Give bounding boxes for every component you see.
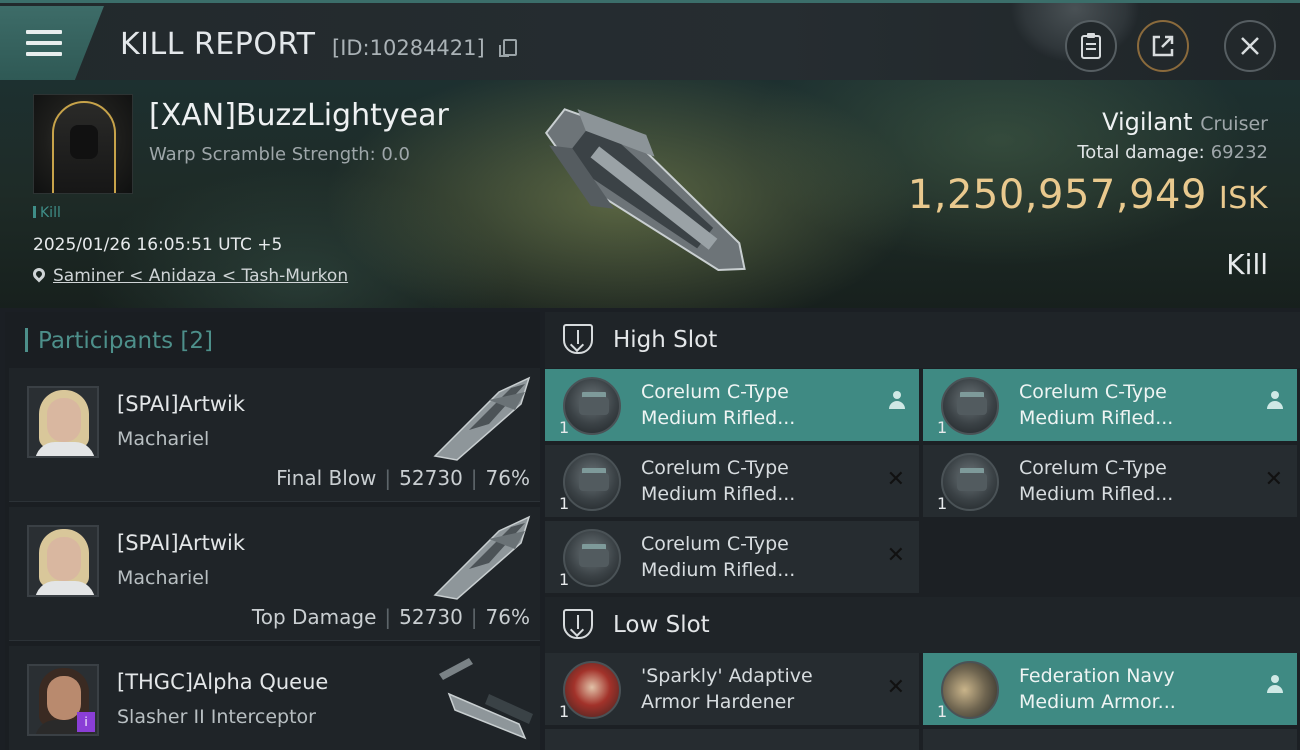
module-name: Corelum C-Type [1019, 381, 1167, 403]
module-name: 'Sparkly' Adaptive [641, 665, 813, 687]
participant-ship: Slasher II Interceptor [117, 706, 316, 728]
victim-ship-image [544, 108, 746, 271]
participant-row[interactable]: i [THGC]Alpha Queue Slasher II Intercept… [9, 646, 540, 750]
close-icon [1241, 37, 1259, 55]
module-item[interactable] [545, 729, 919, 750]
kill-datetime: 2025/01/26 16:05:51 UTC +5 [33, 235, 283, 255]
turret-icon [563, 377, 621, 435]
module-quantity: 1 [559, 418, 570, 437]
high-slot-label: High Slot [613, 327, 718, 353]
module-item[interactable] [923, 729, 1297, 750]
participant-ship-image [439, 658, 533, 740]
low-slot-label: Low Slot [613, 612, 710, 638]
share-button[interactable] [1137, 20, 1189, 72]
module-item[interactable]: 1 Federation Navy Medium Armor... [923, 653, 1297, 725]
kill-location[interactable]: Saminer < Anidaza < Tash-Murkon [30, 265, 348, 286]
module-quantity: 1 [937, 494, 948, 513]
module-quantity: 1 [559, 702, 570, 721]
participant-ship: Machariel [117, 567, 210, 589]
close-button[interactable] [1224, 20, 1276, 72]
clipboard-button[interactable] [1065, 20, 1117, 72]
turret-icon [941, 453, 999, 511]
module-quantity: 1 [559, 494, 570, 513]
module-name-cont: Medium Rifled... [1019, 407, 1174, 429]
participant-stats: Top Damage | 52730 | 76% [251, 605, 530, 629]
location-link[interactable]: Saminer < Anidaza < Tash-Murkon [53, 266, 348, 286]
participant-ship-image [433, 376, 531, 461]
participant-ship: Machariel [117, 428, 210, 450]
clipboard-icon [1081, 33, 1101, 59]
module-item[interactable]: 1 Corelum C-Type Medium Rifled... ✕ [545, 445, 919, 517]
module-name-cont: Medium Rifled... [641, 483, 796, 505]
participant-name: [SPAI]Artwik [117, 531, 245, 555]
participants-header: Participants [2] [25, 328, 213, 354]
participant-avatar [27, 386, 99, 458]
module-name: Corelum C-Type [641, 457, 789, 479]
person-icon [889, 391, 905, 411]
module-name-cont: Medium Rifled... [641, 407, 796, 429]
participant-name: [THGC]Alpha Queue [117, 670, 329, 694]
hamburger-icon [26, 30, 62, 58]
module-name-cont: Armor Hardener [641, 691, 795, 713]
shield-icon [563, 609, 593, 639]
participants-panel: Participants [2] [SPAI]Artwik Machariel … [5, 312, 540, 750]
module-name: Corelum C-Type [1019, 457, 1167, 479]
turret-icon [941, 377, 999, 435]
module-name: Federation Navy [1019, 665, 1175, 687]
participant-name: [SPAI]Artwik [117, 392, 245, 416]
shield-icon [563, 324, 593, 354]
participant-row[interactable]: [SPAI]Artwik Machariel Final Blow | 52730 |… [9, 368, 540, 502]
low-slot-header: Low Slot [545, 597, 1300, 653]
isk-value: 1,250,957,949 ISK [907, 172, 1268, 218]
module-name: Corelum C-Type [641, 533, 789, 555]
module-item[interactable]: 1 Corelum C-Type Medium Rifled... [545, 369, 919, 441]
armor-hardener-icon [563, 661, 621, 719]
page-title: KILL REPORT [120, 27, 316, 62]
copy-icon[interactable] [499, 39, 517, 57]
person-icon [1267, 675, 1283, 695]
participant-avatar [27, 525, 99, 597]
location-pin-icon [30, 265, 48, 283]
module-name-cont: Medium Rifled... [641, 559, 796, 581]
x-icon: ✕ [886, 467, 905, 492]
participant-ship-image [433, 515, 531, 600]
module-quantity: 1 [937, 702, 948, 721]
victim-portrait[interactable] [33, 94, 133, 194]
report-id: [ID:10284421] [332, 36, 485, 60]
module-quantity: 1 [559, 570, 570, 589]
x-icon: ✕ [886, 675, 905, 700]
armor-plate-icon [941, 661, 999, 719]
participant-badge: i [77, 712, 95, 732]
participant-avatar: i [27, 664, 99, 736]
module-item[interactable]: 1 Corelum C-Type Medium Rifled... [923, 369, 1297, 441]
module-name-cont: Medium Armor... [1019, 691, 1176, 713]
module-quantity: 1 [937, 418, 948, 437]
participant-row[interactable]: [SPAI]Artwik Machariel Top Damage | 52730 |… [9, 507, 540, 641]
fitting-panel: High Slot 1 Corelum C-Type Medium Rifled… [545, 312, 1300, 750]
top-bar: KILL REPORT [ID:10284421] [0, 0, 1300, 80]
person-icon [1267, 391, 1283, 411]
warp-scramble-strength: Warp Scramble Strength: 0.0 [149, 144, 411, 165]
x-icon: ✕ [1264, 467, 1283, 492]
turret-icon [563, 453, 621, 511]
module-item[interactable]: 1 'Sparkly' Adaptive Armor Hardener ✕ [545, 653, 919, 725]
module-item[interactable]: 1 Corelum C-Type Medium Rifled... ✕ [545, 521, 919, 593]
share-icon [1152, 35, 1174, 57]
victim-summary: [XAN]BuzzLightyear Warp Scramble Strengt… [0, 80, 1300, 308]
total-damage: Total damage: 69232 [1077, 142, 1268, 163]
menu-button[interactable] [0, 6, 104, 80]
participant-stats: Final Blow | 52730 | 76% [276, 466, 530, 490]
turret-icon [563, 529, 621, 587]
module-name: Corelum C-Type [641, 381, 789, 403]
victim-name[interactable]: [XAN]BuzzLightyear [149, 98, 449, 133]
high-slot-header: High Slot [545, 312, 1300, 368]
x-icon: ✕ [886, 543, 905, 568]
module-item[interactable]: 1 Corelum C-Type Medium Rifled... ✕ [923, 445, 1297, 517]
kill-tag: Kill [33, 205, 61, 221]
victim-ship: Vigilant Cruiser [1102, 108, 1268, 136]
module-name-cont: Medium Rifled... [1019, 483, 1174, 505]
result-label: Kill [1226, 248, 1268, 281]
